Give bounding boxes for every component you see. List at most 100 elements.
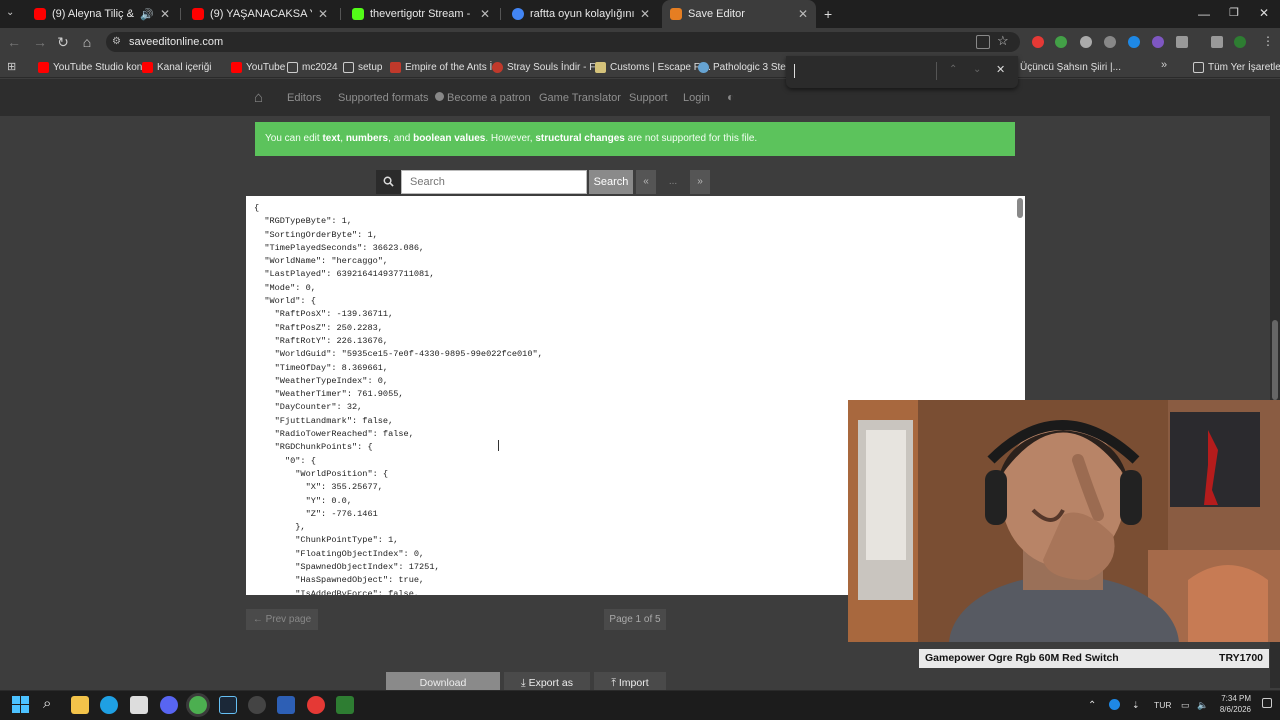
reading-list-icon[interactable] bbox=[1211, 36, 1223, 48]
find-close-icon[interactable]: ✕ bbox=[996, 63, 1005, 76]
address-bar[interactable] bbox=[106, 32, 1020, 52]
code-line[interactable]: "FjuttLandmark": false, bbox=[254, 415, 543, 428]
file-explorer-icon[interactable] bbox=[71, 696, 89, 714]
code-line[interactable]: "Mode": 0, bbox=[254, 282, 543, 295]
chrome-icon[interactable] bbox=[189, 696, 207, 714]
windows-start-icon[interactable] bbox=[12, 696, 29, 713]
code-line[interactable]: "RGDChunkPoints": { bbox=[254, 441, 543, 454]
bookmark-stray-souls[interactable]: Stray Souls İndir - F... bbox=[492, 59, 603, 75]
speaker-icon[interactable]: 🔊 bbox=[140, 8, 154, 21]
code-line[interactable]: { bbox=[254, 202, 543, 215]
bookmark-empire-ants[interactable]: Empire of the Ants İ... bbox=[390, 59, 501, 75]
code-line[interactable]: "RGDTypeByte": 1, bbox=[254, 215, 543, 228]
code-line[interactable]: "SortingOrderByte": 1, bbox=[254, 229, 543, 242]
url-text[interactable]: saveeditonline.com bbox=[129, 36, 223, 48]
prev-page-button[interactable]: ← Prev page bbox=[246, 609, 318, 630]
code-line[interactable]: "RaftRotY": 226.13676, bbox=[254, 335, 543, 348]
extension-icon[interactable] bbox=[1032, 36, 1044, 48]
extension-icon[interactable] bbox=[1104, 36, 1116, 48]
notifications-icon[interactable] bbox=[1262, 698, 1272, 708]
code-line[interactable]: "RaftPosX": -139.36711, bbox=[254, 308, 543, 321]
minimize-icon[interactable]: — bbox=[1198, 7, 1210, 21]
home-icon[interactable]: ⌂ bbox=[77, 32, 97, 52]
theme-toggle-icon[interactable]: ◐ bbox=[727, 90, 734, 104]
close-tab-icon[interactable]: ✕ bbox=[480, 7, 490, 21]
tab-save-editor[interactable]: Save Editor ✕ bbox=[662, 0, 816, 28]
tray-overflow-icon[interactable]: ⌃ bbox=[1088, 700, 1096, 711]
extensions-puzzle-icon[interactable] bbox=[1176, 36, 1188, 48]
reload-icon[interactable]: ↻ bbox=[53, 32, 73, 52]
code-line[interactable]: "WeatherTypeIndex": 0, bbox=[254, 375, 543, 388]
json-code[interactable]: { "RGDTypeByte": 1, "SortingOrderByte": … bbox=[254, 202, 543, 595]
clock[interactable]: 7:34 PM 8/6/2026 bbox=[1217, 693, 1251, 715]
extension-shield-icon[interactable] bbox=[1055, 36, 1067, 48]
restore-icon[interactable]: ❐ bbox=[1229, 6, 1239, 19]
bookmark-folder-mc2024[interactable]: mc2024 bbox=[287, 59, 338, 75]
bookmark-ucuncu[interactable]: Üçüncü Şahsın Şiiri |... bbox=[1020, 59, 1121, 75]
close-window-icon[interactable]: ✕ bbox=[1259, 6, 1269, 20]
taskbar-search-icon[interactable]: ⌕ bbox=[43, 695, 51, 712]
tab-search-dropdown-icon[interactable]: ⌄ bbox=[6, 7, 14, 18]
nav-game-translator[interactable]: Game Translator bbox=[539, 92, 621, 104]
tab-aleyna[interactable]: (9) Aleyna Tiliç & Mabel Matiz 🔊 ✕ bbox=[26, 0, 178, 28]
close-tab-icon[interactable]: ✕ bbox=[640, 7, 650, 21]
nav-become-patron[interactable]: Become a patron bbox=[447, 92, 531, 104]
code-line[interactable]: "WorldPosition": { bbox=[254, 468, 543, 481]
back-icon[interactable]: ← bbox=[4, 32, 24, 52]
find-previous-icon[interactable]: ⌃ bbox=[949, 64, 957, 75]
nav-editors[interactable]: Editors bbox=[287, 92, 321, 104]
first-result-button[interactable]: « bbox=[636, 170, 656, 194]
code-line[interactable]: "Y": 0.0, bbox=[254, 495, 543, 508]
code-line[interactable]: "WorldGuid": "5935ce15-7e0f-4330-9895-99… bbox=[254, 348, 543, 361]
tab-yasanacaksa[interactable]: (9) YAŞANACAKSA YAŞANALI ✕ bbox=[184, 0, 336, 28]
translate-icon[interactable] bbox=[976, 35, 990, 49]
edge-icon[interactable] bbox=[100, 696, 118, 714]
usb-icon[interactable]: ⇣ bbox=[1132, 700, 1140, 711]
bookmark-youtube[interactable]: YouTube bbox=[231, 59, 285, 75]
excel-icon[interactable] bbox=[336, 696, 354, 714]
tab-kick[interactable]: thevertigotr Stream - Kick Dash ✕ bbox=[344, 0, 498, 28]
bookmark-kanal[interactable]: Kanal içeriği bbox=[142, 59, 211, 75]
site-info-icon[interactable]: ⚙ bbox=[112, 36, 121, 47]
nav-login[interactable]: Login bbox=[683, 92, 710, 104]
extension-icon[interactable] bbox=[1152, 36, 1164, 48]
editor-scrollbar[interactable] bbox=[1017, 198, 1023, 218]
tab-google-search[interactable]: raftta oyun kolaylığını değiştirme ✕ bbox=[504, 0, 658, 28]
code-line[interactable]: "0": { bbox=[254, 455, 543, 468]
nav-support[interactable]: Support bbox=[629, 92, 668, 104]
new-tab-icon[interactable]: + bbox=[824, 6, 832, 22]
last-result-button[interactable]: » bbox=[690, 170, 710, 194]
bookmark-youtube-studio[interactable]: YouTube Studio kon... bbox=[38, 59, 151, 75]
close-tab-icon[interactable]: ✕ bbox=[160, 7, 170, 21]
app-icon[interactable] bbox=[307, 696, 325, 714]
search-input[interactable] bbox=[401, 170, 587, 194]
bookmark-folder-setup[interactable]: setup bbox=[343, 59, 382, 75]
volume-icon[interactable]: 🔈 bbox=[1197, 700, 1208, 711]
code-line[interactable]: }, bbox=[254, 521, 543, 534]
input-language[interactable]: TUR bbox=[1154, 700, 1171, 710]
nav-supported-formats[interactable]: Supported formats bbox=[338, 92, 429, 104]
browser-menu-icon[interactable]: ⋮ bbox=[1262, 34, 1274, 48]
search-button[interactable]: Search bbox=[589, 170, 633, 194]
code-line[interactable]: "RadioTowerReached": false, bbox=[254, 428, 543, 441]
discord-icon[interactable] bbox=[160, 696, 178, 714]
code-line[interactable]: "World": { bbox=[254, 295, 543, 308]
code-line[interactable]: "WorldName": "hercaggo", bbox=[254, 255, 543, 268]
forward-icon[interactable]: → bbox=[30, 32, 50, 52]
code-line[interactable]: "TimeOfDay": 8.369661, bbox=[254, 362, 543, 375]
code-line[interactable]: "TimePlayedSeconds": 36623.086, bbox=[254, 242, 543, 255]
store-icon[interactable] bbox=[130, 696, 148, 714]
close-tab-icon[interactable]: ✕ bbox=[318, 7, 328, 21]
find-next-icon[interactable]: ⌄ bbox=[973, 64, 981, 75]
steam-icon[interactable] bbox=[219, 696, 237, 714]
code-line[interactable]: "IsAddedByForce": false, bbox=[254, 588, 543, 595]
bookmark-star-icon[interactable]: ☆ bbox=[997, 33, 1009, 49]
app-icon[interactable] bbox=[277, 696, 295, 714]
code-line[interactable]: "WeatherTimer": 761.9055, bbox=[254, 388, 543, 401]
code-line[interactable]: "SpawnedObjectIndex": 17251, bbox=[254, 561, 543, 574]
close-tab-icon[interactable]: ✕ bbox=[798, 7, 808, 21]
network-icon[interactable]: ▭ bbox=[1181, 700, 1190, 711]
find-input[interactable] bbox=[794, 64, 795, 78]
apps-grid-icon[interactable]: ⊞ bbox=[7, 60, 16, 73]
code-line[interactable]: "FloatingObjectIndex": 0, bbox=[254, 548, 543, 561]
